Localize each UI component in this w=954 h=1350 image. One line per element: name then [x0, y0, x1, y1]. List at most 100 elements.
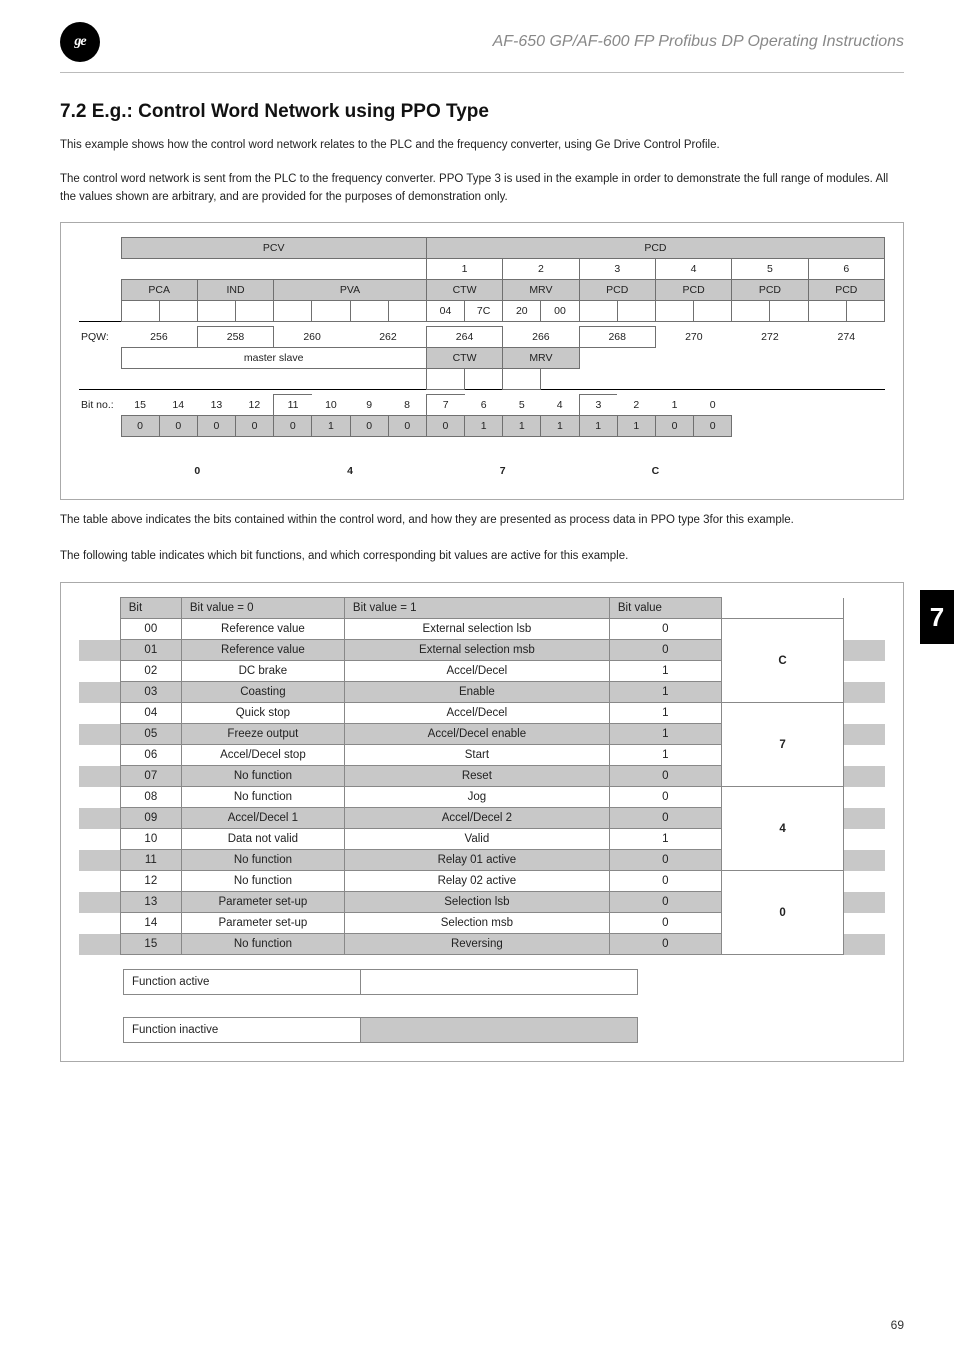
pcd-col-3: 3	[579, 259, 655, 280]
val-7c: 7C	[465, 301, 503, 322]
pqw-260: 260	[274, 327, 350, 348]
chapter-side-tab: 7	[920, 590, 954, 644]
bit-13: 13	[197, 395, 235, 416]
hex-c: C	[579, 455, 732, 481]
bit-3: 3	[579, 395, 617, 416]
bitvalue0-cell: Accel/Decel 1	[181, 808, 344, 829]
bit-5: 5	[503, 395, 541, 416]
ind-label: IND	[197, 280, 273, 301]
master-slave-label: master slave	[121, 348, 426, 369]
hex-0: 0	[121, 455, 274, 481]
bit-11: 11	[274, 395, 312, 416]
bitvalue0-cell: Data not valid	[181, 829, 344, 850]
ctw-label: CTW	[426, 280, 502, 301]
val-04: 04	[426, 301, 464, 322]
bitvalue1-cell: Reset	[344, 766, 609, 787]
bitvalue0-cell: No function	[181, 787, 344, 808]
table-row: 04Quick stopAccel/Decel17	[79, 703, 885, 724]
bitvalue0-cell: DC brake	[181, 661, 344, 682]
bitvalue0-cell: Parameter set-up	[181, 892, 344, 913]
table-row: 12No functionRelay 02 active00	[79, 871, 885, 892]
bit-header-bit: Bit	[120, 598, 181, 619]
table2-caption: The following table indicates which bit …	[60, 548, 904, 566]
bitvalue1-cell: Valid	[344, 829, 609, 850]
bit-cell: 09	[120, 808, 181, 829]
bitvalue-cell: 0	[609, 766, 721, 787]
pcd-col-2: 2	[503, 259, 579, 280]
bitvalue-cell: 0	[609, 871, 721, 892]
bit-cell: 08	[120, 787, 181, 808]
bitval-10: 1	[312, 416, 350, 437]
bitval-11: 0	[274, 416, 312, 437]
pqw-label: PQW:	[79, 327, 121, 348]
pqw-258: 258	[197, 327, 273, 348]
bit-cell: 13	[120, 892, 181, 913]
pqw-266: 266	[503, 327, 579, 348]
bit-cell: 04	[120, 703, 181, 724]
bitvalue-cell: 1	[609, 745, 721, 766]
group-hex-cell: C	[721, 619, 843, 703]
section-heading: 7.2 E.g.: Control Word Network using PPO…	[60, 101, 904, 123]
bitval-3: 1	[579, 416, 617, 437]
bitval-4: 1	[541, 416, 579, 437]
pcd3-label: PCD	[579, 280, 655, 301]
bit-cell: 00	[120, 619, 181, 640]
mrv-row: MRV	[503, 348, 579, 369]
bitvalue1-cell: Selection lsb	[344, 892, 609, 913]
bit-2: 2	[617, 395, 655, 416]
pqw-256: 256	[121, 327, 197, 348]
bit-cell: 14	[120, 913, 181, 934]
bit-cell: 11	[120, 850, 181, 871]
bitvalue0-cell: Reference value	[181, 619, 344, 640]
pcd-col-4: 4	[655, 259, 731, 280]
bit-header-v1: Bit value = 1	[344, 598, 609, 619]
bitvalue1-cell: External selection msb	[344, 640, 609, 661]
bit-cell: 06	[120, 745, 181, 766]
bitvalue1-cell: Enable	[344, 682, 609, 703]
bitvalue-cell: 1	[609, 829, 721, 850]
bit-10: 10	[312, 395, 350, 416]
bit-6: 6	[465, 395, 503, 416]
pcd6-label: PCD	[808, 280, 884, 301]
pqw-264: 264	[426, 327, 502, 348]
mrv-label: MRV	[503, 280, 579, 301]
bitvalue-cell: 1	[609, 661, 721, 682]
bitvalue0-cell: Quick stop	[181, 703, 344, 724]
hex-7: 7	[426, 455, 579, 481]
function-active-label: Function active	[124, 970, 361, 995]
bit-cell: 05	[120, 724, 181, 745]
bit-cell: 15	[120, 934, 181, 955]
pcd-header: PCD	[426, 238, 884, 259]
bitvalue1-cell: Accel/Decel enable	[344, 724, 609, 745]
bit-function-table: Bit Bit value = 0 Bit value = 1 Bit valu…	[79, 597, 885, 955]
bitvalue-cell: 0	[609, 787, 721, 808]
table-row: 08No functionJog04	[79, 787, 885, 808]
bitvalue1-cell: Start	[344, 745, 609, 766]
pcd-col-6: 6	[808, 259, 884, 280]
pcd4-label: PCD	[655, 280, 731, 301]
pqw-270: 270	[655, 327, 731, 348]
ge-logo-icon: ge	[60, 22, 100, 62]
bitval-2: 1	[617, 416, 655, 437]
intro-paragraph-1: This example shows how the control word …	[60, 137, 904, 155]
bit-14: 14	[159, 395, 197, 416]
pqw-262: 262	[350, 327, 426, 348]
page-number: 69	[891, 1318, 904, 1332]
bitvalue0-cell: Coasting	[181, 682, 344, 703]
bit-7: 7	[426, 395, 464, 416]
pcd-col-5: 5	[732, 259, 808, 280]
bitvalue1-cell: Accel/Decel	[344, 703, 609, 724]
bitvalue0-cell: Parameter set-up	[181, 913, 344, 934]
bitval-9: 0	[350, 416, 388, 437]
group-hex-cell: 0	[721, 871, 843, 955]
chapter-number: 7	[930, 602, 944, 633]
group-hex-cell: 7	[721, 703, 843, 787]
bitvalue-cell: 0	[609, 640, 721, 661]
bitval-5: 1	[503, 416, 541, 437]
table1-caption: The table above indicates the bits conta…	[60, 512, 904, 530]
bit-1: 1	[655, 395, 693, 416]
bit-cell: 10	[120, 829, 181, 850]
bit-9: 9	[350, 395, 388, 416]
pcv-pcd-table: PCV PCD 1 2 3 4 5 6 PCA IND PVA CTW	[79, 237, 885, 481]
bit-header-val: Bit value	[609, 598, 721, 619]
